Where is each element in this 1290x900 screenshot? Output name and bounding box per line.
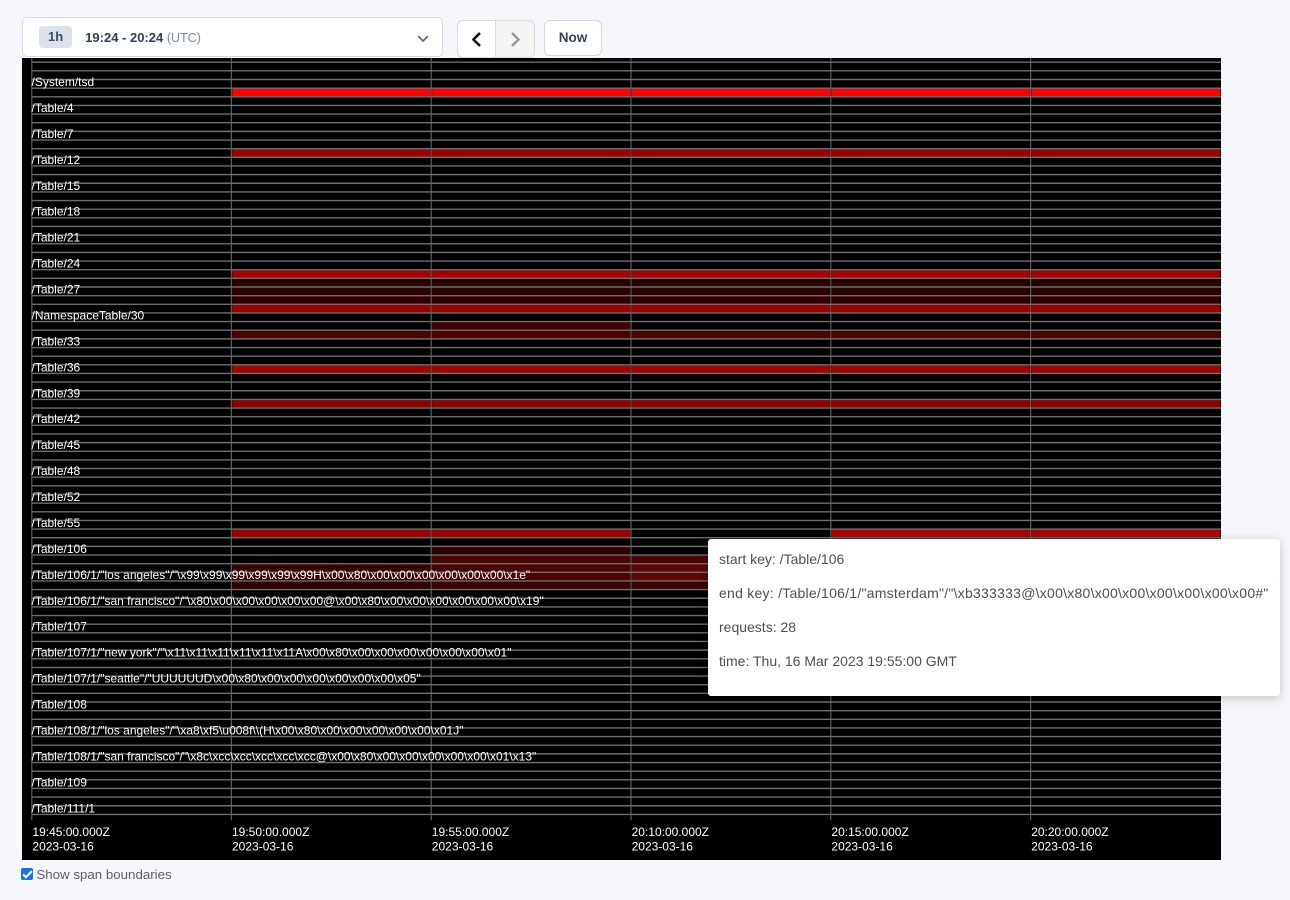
svg-text:/Table/36: /Table/36 <box>32 360 81 374</box>
svg-text:20:15:00.000Z: 20:15:00.000Z <box>831 825 908 839</box>
svg-text:/Table/27: /Table/27 <box>32 283 81 297</box>
svg-text:/Table/4: /Table/4 <box>32 101 74 115</box>
svg-text:/Table/15: /Table/15 <box>32 179 81 193</box>
svg-text:/Table/48: /Table/48 <box>32 464 81 478</box>
svg-text:/Table/107: /Table/107 <box>32 620 88 634</box>
svg-text:/Table/108/1/"san francisco"/": /Table/108/1/"san francisco"/"\x8c\xcc\x… <box>32 749 537 763</box>
svg-text:/Table/24: /Table/24 <box>32 257 81 271</box>
svg-text:/Table/106/1/"los angeles"/"\x: /Table/106/1/"los angeles"/"\x99\x99\x99… <box>32 568 531 582</box>
svg-text:2023-03-16: 2023-03-16 <box>1031 840 1093 854</box>
svg-text:/Table/21: /Table/21 <box>32 231 81 245</box>
svg-text:2023-03-16: 2023-03-16 <box>632 840 694 854</box>
svg-text:19:45:00.000Z: 19:45:00.000Z <box>32 825 109 839</box>
svg-text:/NamespaceTable/30: /NamespaceTable/30 <box>32 308 145 322</box>
svg-text:2023-03-16: 2023-03-16 <box>831 840 893 854</box>
svg-text:/Table/33: /Table/33 <box>32 334 81 348</box>
svg-text:/Table/39: /Table/39 <box>32 386 81 400</box>
svg-text:20:20:00.000Z: 20:20:00.000Z <box>1031 825 1108 839</box>
svg-text:/Table/12: /Table/12 <box>32 153 81 167</box>
svg-text:2023-03-16: 2023-03-16 <box>232 840 294 854</box>
svg-text:/System/tsd: /System/tsd <box>32 75 95 89</box>
svg-text:/Table/52: /Table/52 <box>32 490 81 504</box>
svg-text:19:55:00.000Z: 19:55:00.000Z <box>432 825 509 839</box>
svg-text:/Table/45: /Table/45 <box>32 438 81 452</box>
svg-text:/Table/42: /Table/42 <box>32 412 81 426</box>
svg-text:/Table/107/1/"new york"/"\x11\: /Table/107/1/"new york"/"\x11\x11\x11\x1… <box>32 646 512 660</box>
svg-text:20:10:00.000Z: 20:10:00.000Z <box>632 825 709 839</box>
svg-text:2023-03-16: 2023-03-16 <box>432 840 494 854</box>
svg-text:/Table/107/1/"seattle"/"UUUUUU: /Table/107/1/"seattle"/"UUUUUUD\x00\x80\… <box>32 672 421 686</box>
svg-text:2023-03-16: 2023-03-16 <box>32 840 94 854</box>
svg-text:/Table/55: /Table/55 <box>32 516 81 530</box>
svg-text:/Table/111/1: /Table/111/1 <box>32 801 96 815</box>
svg-text:19:50:00.000Z: 19:50:00.000Z <box>232 825 309 839</box>
svg-text:/Table/7: /Table/7 <box>32 127 74 141</box>
svg-text:/Table/106/1/"san francisco"/": /Table/106/1/"san francisco"/"\x80\x00\x… <box>32 594 544 608</box>
svg-text:/Table/18: /Table/18 <box>32 205 81 219</box>
svg-text:/Table/109: /Table/109 <box>32 775 88 789</box>
svg-text:/Table/108: /Table/108 <box>32 698 88 712</box>
svg-text:/Table/106: /Table/106 <box>32 542 88 556</box>
svg-text:/Table/108/1/"los angeles"/"\x: /Table/108/1/"los angeles"/"\xa8\xf5\u00… <box>32 723 464 737</box>
